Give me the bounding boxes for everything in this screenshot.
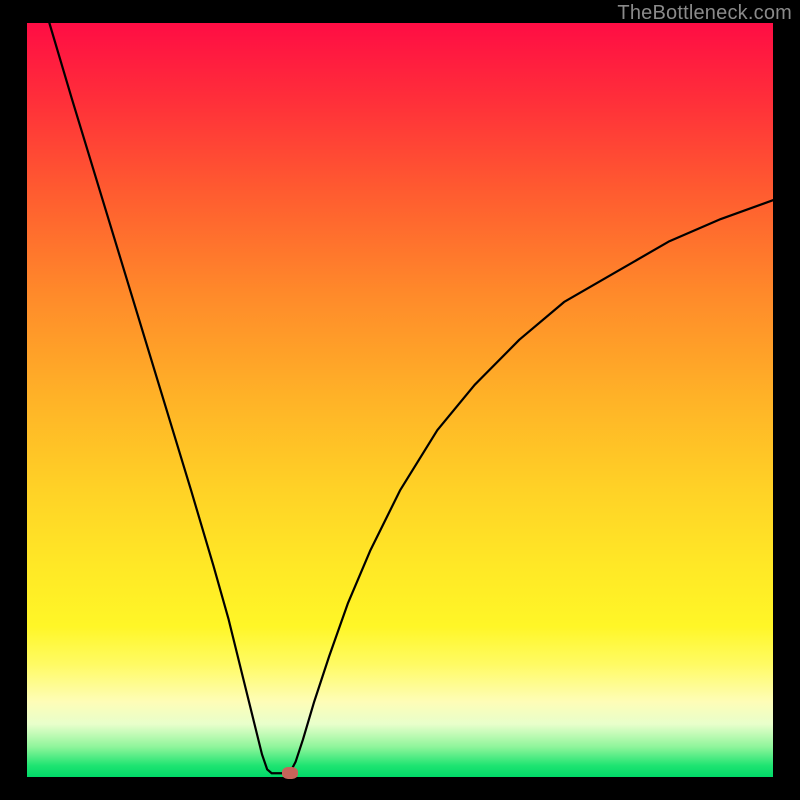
chart-frame: TheBottleneck.com [0, 0, 800, 800]
optimal-point-marker [282, 767, 298, 779]
bottleneck-curve [27, 23, 773, 777]
watermark-text: TheBottleneck.com [617, 2, 792, 25]
chart-plot-area [27, 23, 773, 777]
